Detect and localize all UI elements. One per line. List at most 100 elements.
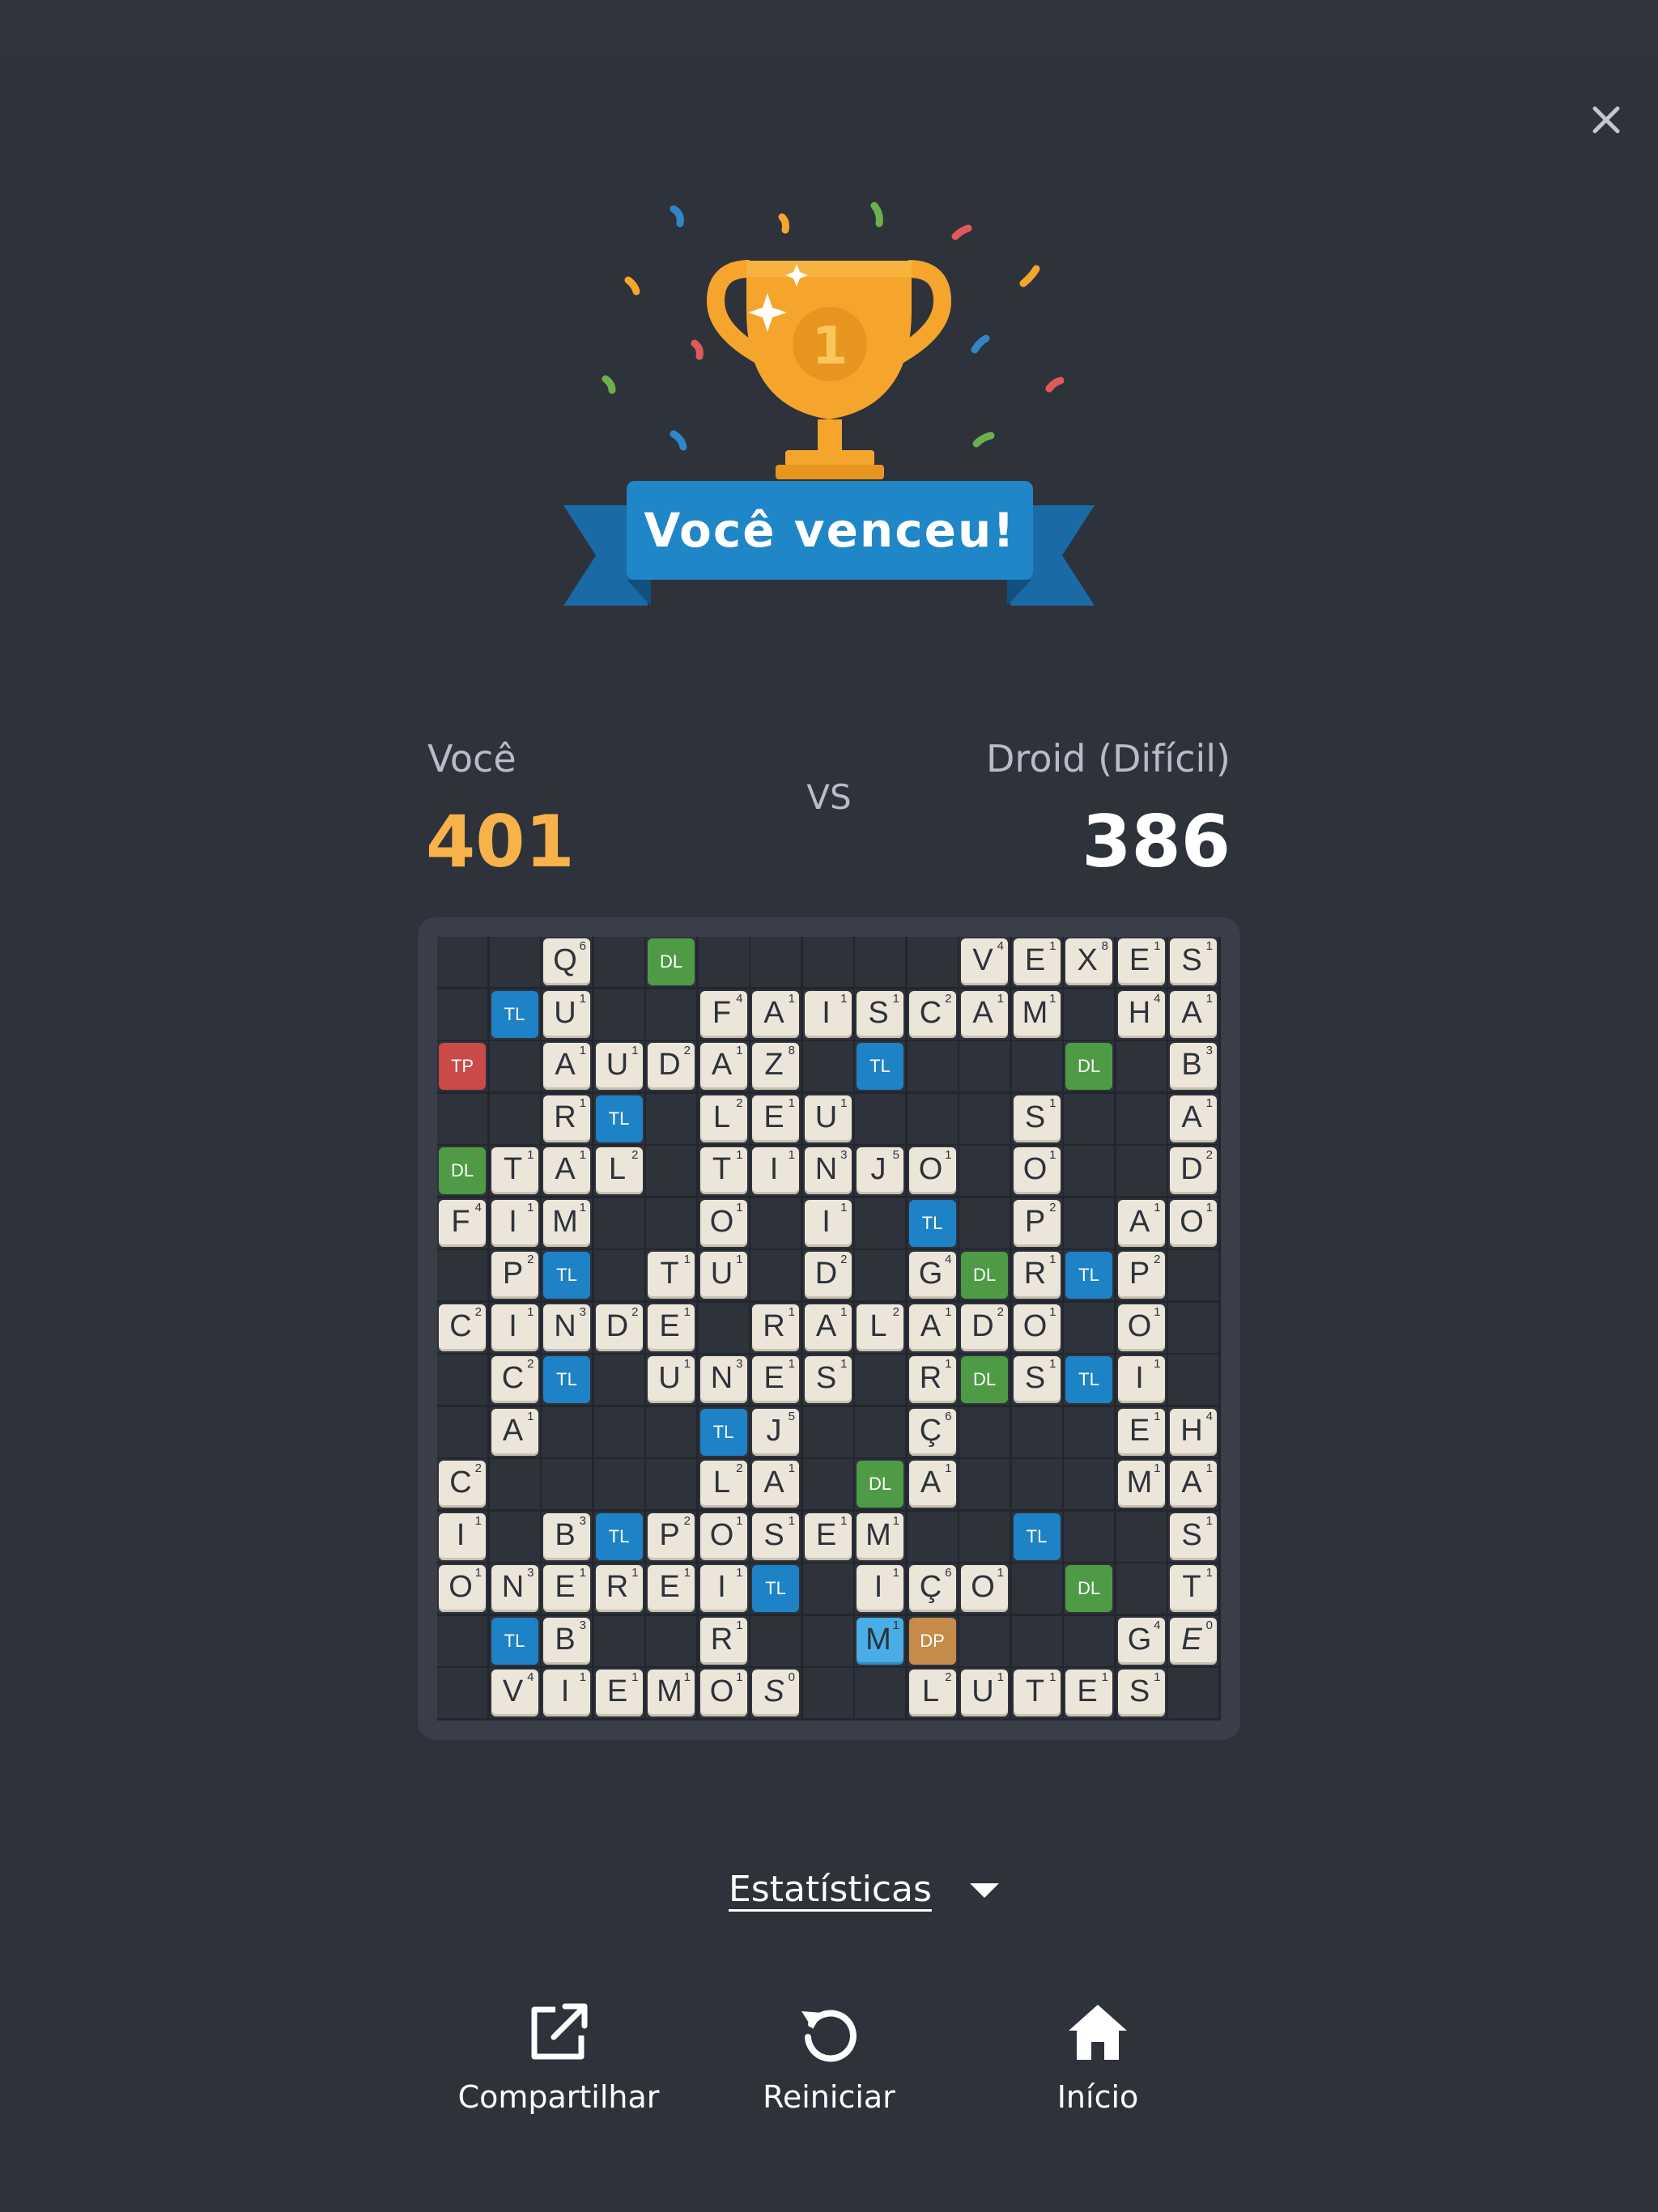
tile-points: 2 [945,991,952,1006]
letter-tile: O1 [699,1670,747,1716]
letter-tile: V4 [491,1670,538,1716]
board-cell [489,1093,540,1144]
board-cell: I1 [1116,1355,1167,1405]
board-cell: F4 [698,989,749,1040]
tile-points: 1 [1101,1670,1108,1684]
board-cell: C2 [437,1459,487,1509]
letter-tile: P2 [648,1512,695,1560]
board-cell: A1 [1168,1093,1218,1144]
tile-points: 1 [683,1566,691,1580]
letter-tile: E1 [595,1670,643,1716]
board-cell: S1 [855,989,905,1040]
tile-points: 1 [1205,1566,1213,1580]
letter-tile: Q6 [543,938,590,985]
letter-tile: E1 [752,1095,799,1142]
letter-tile: R1 [1013,1252,1061,1299]
board-cell: T1 [1168,1563,1218,1614]
board-cell: R1 [1011,1250,1062,1300]
board-cell: V4 [959,937,1010,987]
bonus-square: TL [1065,1356,1112,1403]
tile-points: 1 [736,1513,743,1528]
letter-tile: F4 [699,990,747,1038]
letter-tile: R1 [752,1304,799,1351]
board-cell [907,937,958,987]
bonus-square: DL [961,1252,1008,1299]
board-cell: A1 [907,1459,958,1509]
board-cell: L2 [907,1668,958,1718]
letter-tile: U1 [595,1043,643,1090]
letter-tile: A1 [1170,990,1217,1038]
home-button[interactable]: Início [976,2000,1219,2115]
board-cell: I1 [489,1302,540,1353]
tile-points: 6 [945,1566,952,1580]
board-cell [959,1406,1010,1457]
board-cell [1116,1146,1167,1196]
board-cell: M1 [1116,1459,1167,1509]
board-cell [959,1459,1010,1509]
letter-tile: J5 [752,1408,799,1456]
letter-tile: U1 [699,1252,747,1299]
board-cell: E0 [1168,1615,1218,1666]
chevron-down-icon[interactable] [968,1882,1001,1899]
board-cell: B3 [542,1615,592,1666]
board-cell: N3 [542,1302,592,1353]
board-cell [646,1197,696,1249]
tile-points: 1 [788,991,795,1006]
trophy-rank: 1 [812,317,848,376]
tile-points: 1 [736,1618,743,1632]
board-cell [1116,1093,1167,1144]
board-cell: I1 [855,1563,905,1614]
board-cell [959,1093,1010,1144]
letter-tile: I1 [1117,1356,1165,1403]
restart-button[interactable]: Reiniciar [708,2000,950,2115]
tile-points: 4 [945,1253,952,1266]
letter-tile: A1 [752,1461,799,1508]
letter-tile: S1 [1013,1095,1061,1142]
board-cell: T1 [489,1146,540,1196]
letter-tile: O1 [961,1565,1008,1612]
board-cell: S1 [750,1511,801,1562]
board-cell [1064,1197,1114,1249]
letter-tile: M1 [1117,1461,1165,1508]
tile-points: 1 [1154,1304,1161,1319]
letter-tile: E1 [648,1565,695,1612]
letter-tile: S0 [752,1670,799,1716]
letter-tile: Z8 [752,1043,799,1090]
stats-toggle[interactable]: Estatísticas [729,1869,932,1910]
letter-tile: I1 [543,1670,590,1716]
tile-points: 1 [1049,1304,1056,1319]
board-cell [1011,1459,1062,1509]
board-cell [437,1668,487,1718]
board-cell: T1 [698,1146,749,1196]
board-cell [489,1511,540,1562]
tile-points: 4 [527,1670,534,1684]
letter-tile: A1 [908,1304,956,1351]
board-cell: J5 [855,1146,905,1196]
letter-tile: C2 [491,1356,538,1403]
bonus-square: TL [857,1043,903,1090]
letter-tile: X8 [1065,938,1112,985]
tile-points: 2 [631,1148,639,1162]
share-button[interactable]: Compartilhar [437,2000,680,2115]
letter-tile: C2 [439,1461,486,1508]
tile-points: 2 [736,1461,743,1475]
letter-tile: G4 [908,1252,956,1299]
board-cell: D2 [959,1302,1010,1353]
board-cell: TL [593,1093,644,1144]
board-cell: A1 [489,1406,540,1457]
status-strip [0,0,1658,55]
board-cell: M1 [855,1511,905,1562]
tile-points: 1 [1154,1357,1161,1371]
board-grid: Q 6 DL V 4 E 1 X 8 E 1 S 1 TL U 1 F 4 A 1 I 1 S 1 C 2 A 1 M 1 H 4 A 1 TP A 1… [437,937,1221,1721]
letter-tile: U1 [804,1095,852,1142]
tile-points: 1 [474,1566,482,1580]
board-cell [489,937,540,987]
letter-tile: T1 [491,1147,538,1194]
tile-points: 1 [579,1670,586,1684]
tile-points: 1 [1049,939,1056,953]
board-cell: A1 [1168,989,1218,1040]
board-cell [1064,1406,1114,1457]
home-icon [1069,2005,1127,2060]
board-cell: TL [907,1197,958,1249]
close-icon[interactable] [1588,102,1624,138]
